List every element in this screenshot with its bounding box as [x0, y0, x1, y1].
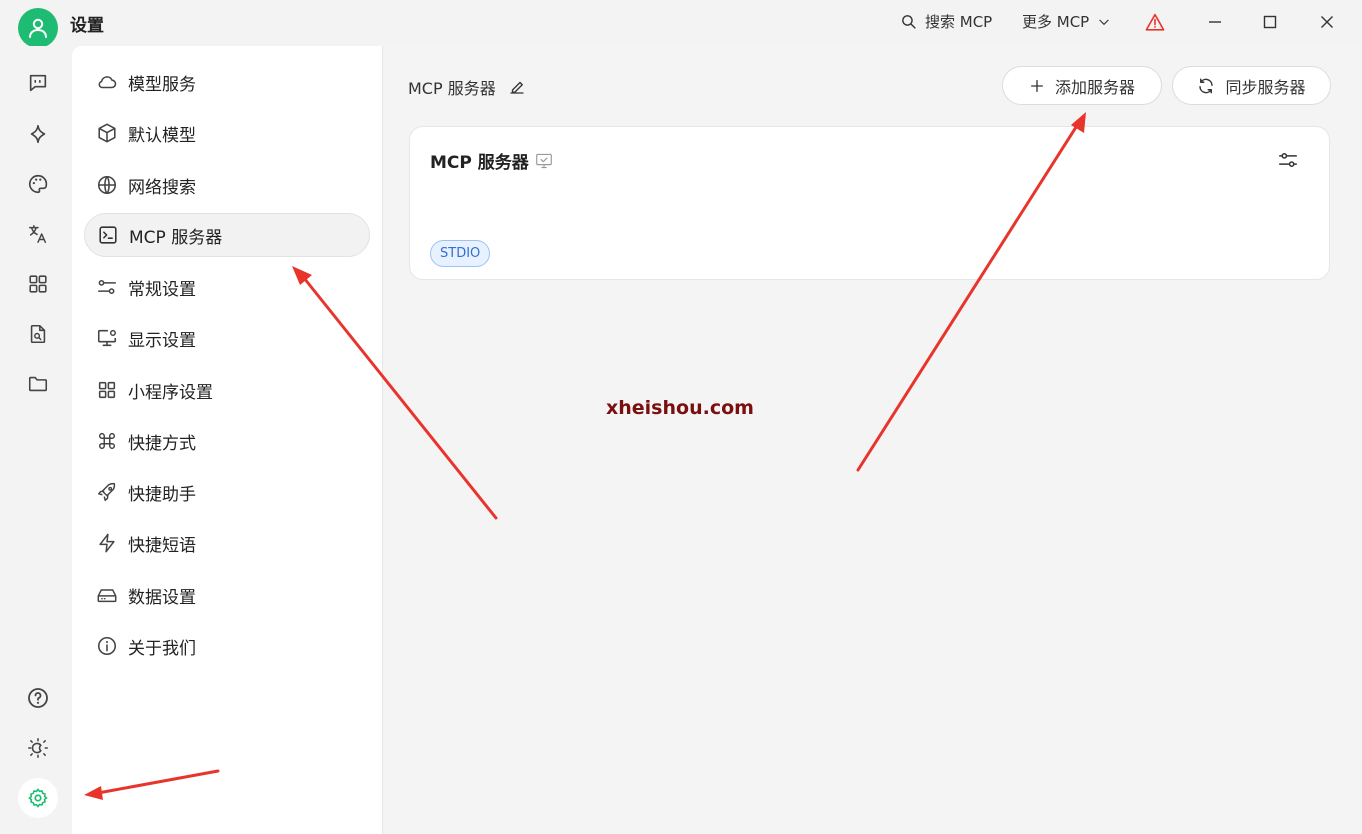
files-nav-button[interactable] [18, 364, 58, 404]
settings-nav-button[interactable] [18, 778, 58, 818]
sync-server-button[interactable]: 同步服务器 [1172, 66, 1331, 105]
translate-nav-button[interactable] [18, 214, 58, 254]
refresh-icon [1199, 78, 1214, 93]
sidebar-item-mcp-server[interactable]: MCP 服务器 [84, 213, 370, 257]
sun-moon-icon [28, 738, 48, 758]
watermark-text: xheishou.com [606, 397, 754, 419]
maximize-button[interactable] [1255, 8, 1285, 36]
chevron-down-icon [1099, 19, 1109, 25]
search-mcp-label: 搜索 MCP [925, 13, 993, 31]
grid-icon [98, 381, 116, 399]
sidebar-item-label: 快捷方式 [128, 433, 196, 454]
theme-toggle-button[interactable] [18, 728, 58, 768]
sidebar-item-quick-assistant[interactable]: 快捷助手 [84, 470, 370, 514]
sidebar-item-label: 快捷短语 [128, 535, 196, 556]
zap-icon [99, 533, 115, 553]
gear-icon [28, 788, 48, 808]
grid-icon [29, 275, 47, 293]
search-mcp-button[interactable]: 搜索 MCP [900, 11, 992, 32]
sidebar-item-label: 数据设置 [128, 587, 196, 608]
rocket-icon [98, 482, 116, 501]
sidebar-item-miniapp-settings[interactable]: 小程序设置 [84, 368, 370, 412]
page-title-text: MCP 服务器 [408, 79, 496, 98]
file-search-nav-button[interactable] [18, 314, 58, 354]
minimize-button[interactable] [1200, 8, 1230, 36]
terminal-icon [99, 226, 117, 244]
folder-icon [28, 376, 48, 392]
monitor-check-icon [535, 153, 552, 168]
maximize-icon [1263, 15, 1277, 29]
file-search-icon [30, 324, 46, 344]
user-avatar[interactable] [18, 8, 58, 48]
transport-badge: STDIO [430, 240, 491, 267]
left-icon-bar [0, 46, 72, 834]
assistant-nav-button[interactable] [18, 114, 58, 154]
sliders-icon [1278, 152, 1298, 168]
page-title: MCP 服务器 [408, 75, 526, 99]
sparkle-icon [30, 124, 46, 144]
more-mcp-dropdown[interactable]: 更多 MCP [1022, 11, 1111, 32]
close-icon [1321, 16, 1333, 28]
sidebar-item-label: 模型服务 [128, 74, 196, 95]
server-name-text: MCP 服务器 [430, 153, 529, 173]
window-title: 设置 [70, 16, 104, 36]
user-icon [29, 18, 47, 38]
add-server-label: 添加服务器 [1054, 77, 1135, 97]
palette-icon [29, 174, 48, 194]
sidebar-item-label: 小程序设置 [128, 382, 213, 403]
cloud-icon [98, 76, 117, 89]
server-name: MCP 服务器 [430, 148, 553, 173]
sidebar-item-display-settings[interactable]: 显示设置 [84, 316, 370, 360]
warning-button[interactable] [1140, 8, 1170, 36]
paint-nav-button[interactable] [18, 164, 58, 204]
chat-icon [29, 74, 47, 92]
chat-nav-button[interactable] [18, 63, 58, 103]
sidebar-item-label: MCP 服务器 [129, 227, 223, 248]
help-icon [28, 688, 48, 708]
minimize-icon [1209, 21, 1221, 23]
sliders-icon [97, 279, 117, 295]
sidebar-item-model-service[interactable]: 模型服务 [84, 60, 370, 104]
translate-icon [29, 225, 47, 243]
apps-nav-button[interactable] [18, 264, 58, 304]
sidebar-item-label: 网络搜索 [128, 177, 196, 198]
command-icon [98, 432, 116, 450]
sidebar-item-web-search[interactable]: 网络搜索 [84, 163, 370, 207]
info-icon [97, 636, 117, 656]
title-bar: 设置 搜索 MCP 更多 MCP [0, 0, 1362, 48]
sidebar-item-general-settings[interactable]: 常规设置 [84, 265, 370, 309]
sidebar-item-label: 快捷助手 [128, 484, 196, 505]
monitor-icon [97, 329, 117, 347]
cube-icon [98, 123, 116, 143]
edit-icon[interactable] [508, 78, 526, 96]
sidebar-item-label: 显示设置 [128, 330, 196, 351]
search-icon [902, 15, 916, 29]
server-card[interactable]: MCP 服务器 STDIO [409, 126, 1330, 280]
sidebar-item-label: 关于我们 [128, 638, 196, 659]
plus-icon [1030, 79, 1043, 92]
sidebar-item-shortcuts[interactable]: 快捷方式 [84, 419, 370, 463]
sidebar-item-label: 默认模型 [128, 125, 196, 146]
add-server-button[interactable]: 添加服务器 [1002, 66, 1162, 105]
sidebar-item-default-model[interactable]: 默认模型 [84, 111, 370, 155]
globe-icon [97, 175, 117, 195]
warning-icon [1145, 13, 1165, 31]
sidebar-item-label: 常规设置 [128, 279, 196, 300]
hard-drive-icon [97, 589, 117, 603]
sidebar-item-about[interactable]: 关于我们 [84, 624, 370, 668]
sidebar-item-data-settings[interactable]: 数据设置 [84, 573, 370, 617]
main-content: MCP 服务器 添加服务器 同步服务器 MCP 服务器 STDIO [384, 46, 1362, 834]
more-mcp-label: 更多 MCP [1022, 13, 1090, 31]
sync-server-label: 同步服务器 [1225, 77, 1306, 97]
close-button[interactable] [1312, 8, 1342, 36]
help-nav-button[interactable] [18, 678, 58, 718]
sidebar-item-quick-phrases[interactable]: 快捷短语 [84, 521, 370, 565]
settings-sidebar: 模型服务 默认模型 网络搜索 MCP 服务器 常规设置 显示设置 小程序设置 快… [72, 46, 383, 834]
server-settings-button[interactable] [1277, 149, 1301, 173]
